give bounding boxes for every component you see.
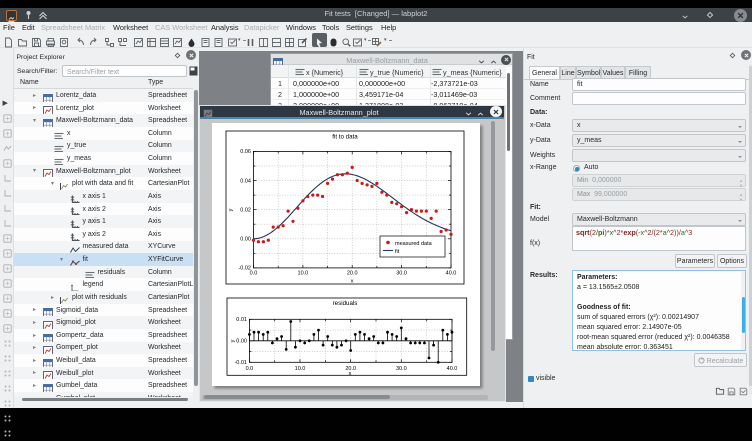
svg-text:0.04: 0.04: [240, 179, 251, 185]
svg-text:x: x: [351, 279, 354, 285]
svg-text:fit: fit: [395, 249, 400, 255]
svg-text:0.01: 0.01: [236, 318, 247, 324]
svg-text:20.0: 20.0: [347, 271, 358, 277]
svg-text:y: y: [228, 209, 234, 212]
svg-text:x: x: [349, 371, 352, 377]
svg-text:0.0: 0.0: [250, 271, 258, 277]
svg-text:fit to data: fit to data: [332, 134, 358, 141]
svg-text:40.0: 40.0: [446, 271, 457, 277]
svg-text:residuals: residuals: [333, 300, 358, 307]
svg-text:0.06: 0.06: [240, 150, 251, 156]
svg-text:30.0: 30.0: [396, 271, 407, 277]
svg-text:0.00: 0.00: [240, 237, 251, 243]
svg-text:10.0: 10.0: [295, 366, 306, 372]
svg-text:y: y: [230, 340, 236, 343]
svg-text:30.0: 30.0: [396, 366, 407, 372]
svg-text:0.02: 0.02: [240, 208, 251, 214]
svg-text:measured data: measured data: [395, 241, 433, 247]
svg-text:0.00: 0.00: [236, 339, 247, 345]
svg-text:10.0: 10.0: [298, 271, 309, 277]
svg-text:40.0: 40.0: [447, 366, 458, 372]
svg-text:0.0: 0.0: [246, 366, 254, 372]
